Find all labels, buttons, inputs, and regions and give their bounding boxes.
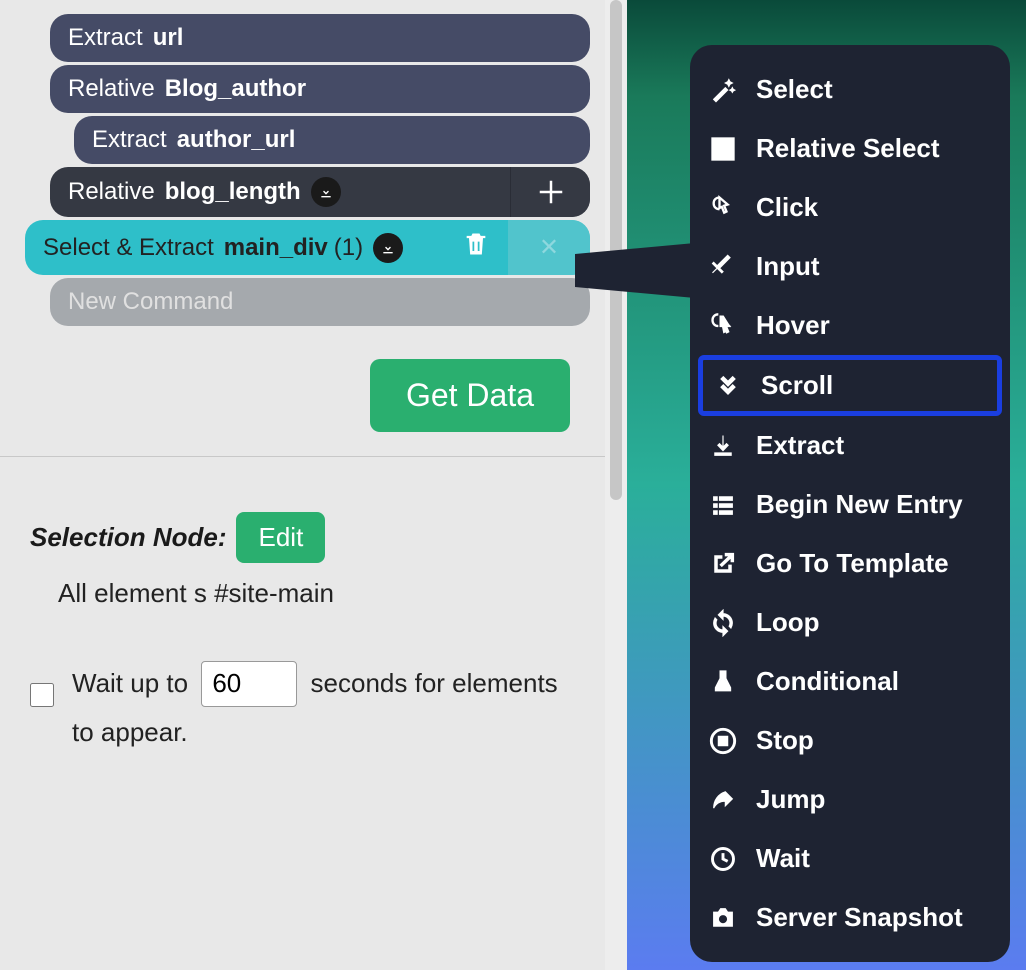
clock-icon <box>708 844 738 874</box>
menu-label: Conditional <box>756 666 899 697</box>
menu-loop[interactable]: Loop <box>690 593 1010 652</box>
wait-prefix: Wait up to <box>72 668 195 698</box>
menu-relative-select[interactable]: Relative Select <box>690 119 1010 178</box>
jump-icon <box>708 785 738 815</box>
menu-extract[interactable]: Extract <box>690 416 1010 475</box>
wait-middle: seconds for elements <box>303 668 557 698</box>
wait-suffix: to appear. <box>72 717 188 747</box>
cmd-relative-blog-author[interactable]: Relative Blog_author <box>50 65 590 113</box>
menu-label: Select <box>756 74 833 105</box>
input-icon <box>708 252 738 282</box>
cmd-select-extract-main-div[interactable]: Select & Extract main_div (1) <box>25 220 590 275</box>
selection-node-section: Selection Node: Edit All element s #site… <box>0 457 605 758</box>
menu-label: Input <box>756 251 820 282</box>
download-icon[interactable] <box>373 233 403 263</box>
menu-label: Wait <box>756 843 810 874</box>
cmd-type: Relative <box>68 178 155 206</box>
menu-select[interactable]: Select <box>690 60 1010 119</box>
menu-label: Stop <box>756 725 814 756</box>
selection-selector-text: All element s #site-main <box>58 578 575 609</box>
cmd-type: Extract <box>68 24 143 52</box>
extract-icon <box>708 431 738 461</box>
menu-label: Scroll <box>761 370 833 401</box>
menu-label: Begin New Entry <box>756 489 963 520</box>
list-icon <box>708 490 738 520</box>
relative-select-icon <box>708 134 738 164</box>
menu-label: Hover <box>756 310 830 341</box>
cmd-name: url <box>153 24 184 52</box>
add-child-button[interactable] <box>510 167 590 217</box>
external-link-icon <box>708 549 738 579</box>
menu-label: Click <box>756 192 818 223</box>
loop-icon <box>708 608 738 638</box>
new-command-placeholder[interactable]: New Command <box>50 278 590 326</box>
camera-icon <box>708 903 738 933</box>
menu-label: Jump <box>756 784 825 815</box>
menu-label: Loop <box>756 607 820 638</box>
cmd-count: (1) <box>334 234 363 262</box>
menu-label: Extract <box>756 430 844 461</box>
cmd-relative-blog-length[interactable]: Relative blog_length <box>50 167 590 217</box>
menu-click[interactable]: Click <box>690 178 1010 237</box>
menu-hover[interactable]: Hover <box>690 296 1010 355</box>
cmd-name: Blog_author <box>165 75 306 103</box>
cmd-extract-author-url[interactable]: Extract author_url <box>74 116 590 164</box>
command-context-menu: Select Relative Select Click Input Hover… <box>690 45 1010 962</box>
menu-label: Relative Select <box>756 133 940 164</box>
conditional-icon <box>708 667 738 697</box>
menu-label: Go To Template <box>756 548 949 579</box>
selection-node-label: Selection Node: <box>30 522 226 553</box>
menu-scroll[interactable]: Scroll <box>698 355 1002 416</box>
cmd-name: main_div <box>224 234 328 262</box>
edit-button[interactable]: Edit <box>236 512 325 563</box>
new-command-label: New Command <box>68 288 233 316</box>
menu-conditional[interactable]: Conditional <box>690 652 1010 711</box>
vertical-scrollbar[interactable] <box>605 0 627 970</box>
cmd-type: Extract <box>92 126 167 154</box>
cmd-extract-url[interactable]: Extract url <box>50 14 590 62</box>
menu-begin-new-entry[interactable]: Begin New Entry <box>690 475 1010 534</box>
cmd-type: Select & Extract <box>43 234 214 262</box>
hover-icon <box>708 311 738 341</box>
wait-seconds-input[interactable] <box>201 661 297 707</box>
menu-wait[interactable]: Wait <box>690 829 1010 888</box>
wait-text-block: Wait up to seconds for elements to appea… <box>72 659 558 758</box>
cmd-name: blog_length <box>165 178 301 206</box>
menu-stop[interactable]: Stop <box>690 711 1010 770</box>
cmd-type: Relative <box>68 75 155 103</box>
delete-icon[interactable] <box>462 230 490 265</box>
menu-label: Server Snapshot <box>756 902 963 933</box>
stop-icon <box>708 726 738 756</box>
commands-list: Extract url Relative Blog_author Extract… <box>0 14 605 326</box>
download-icon[interactable] <box>311 177 341 207</box>
cmd-name: author_url <box>177 126 296 154</box>
menu-server-snapshot[interactable]: Server Snapshot <box>690 888 1010 947</box>
menu-input[interactable]: Input <box>690 237 1010 296</box>
click-icon <box>708 193 738 223</box>
get-data-button[interactable]: Get Data <box>370 359 570 432</box>
scroll-icon <box>713 371 743 401</box>
wait-checkbox[interactable] <box>30 683 54 707</box>
menu-jump[interactable]: Jump <box>690 770 1010 829</box>
left-panel: Extract url Relative Blog_author Extract… <box>0 0 605 970</box>
menu-go-to-template[interactable]: Go To Template <box>690 534 1010 593</box>
wand-icon <box>708 75 738 105</box>
